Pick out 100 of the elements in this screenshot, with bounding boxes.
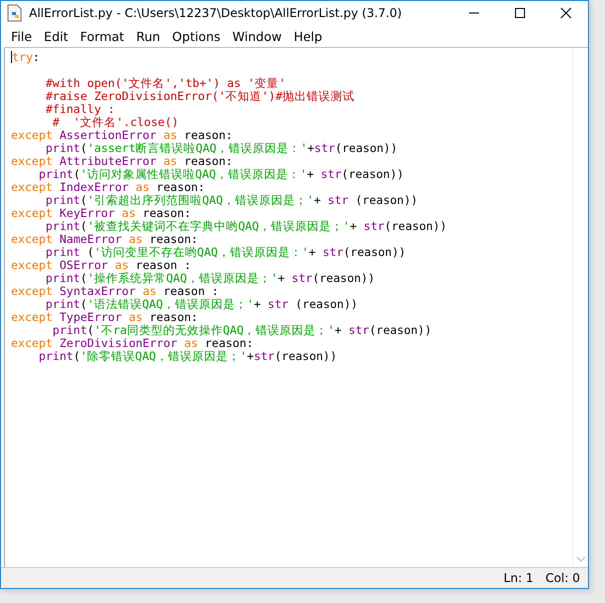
string-text: '被查找关键词不在字典中哟QAQ，错误原因是；' <box>87 219 350 233</box>
builtin-text: print <box>46 219 80 233</box>
code-text: ( <box>86 245 94 259</box>
code-text: ( <box>80 271 88 285</box>
code-text: reason: <box>150 310 198 324</box>
keyword-text: as <box>128 310 144 324</box>
builtin-text: str <box>314 141 336 155</box>
builtin-text: str <box>364 219 384 233</box>
code-text: + <box>306 167 315 181</box>
builtin-text: OSError <box>59 258 109 272</box>
close-icon[interactable] <box>560 7 572 19</box>
code-text: reason : <box>136 258 192 272</box>
maximize-icon[interactable] <box>514 7 526 19</box>
code-text: + <box>334 323 343 337</box>
line-number-status: Ln: 1 <box>504 571 534 585</box>
code-text: (reason)) <box>335 141 398 155</box>
keyword-text: except <box>11 284 53 298</box>
menu-item[interactable]: Edit <box>38 26 74 46</box>
code-text: (reason)) <box>312 271 375 285</box>
builtin-text: print <box>46 193 80 207</box>
code-text: reason: <box>184 154 233 168</box>
builtin-text: IndexError <box>59 180 130 194</box>
keyword-text: except <box>11 128 54 142</box>
code-text: (reason)) <box>369 323 432 337</box>
builtin-text: AttributeError <box>59 154 158 168</box>
builtin-text: NameError <box>59 232 123 246</box>
keyword-text: as <box>184 336 199 350</box>
builtin-text: print <box>52 323 88 337</box>
menu-item[interactable]: File <box>5 26 38 46</box>
menu-item[interactable]: Window <box>226 26 288 46</box>
text-cursor <box>11 51 12 63</box>
code-text: + <box>246 349 254 363</box>
string-text: '操作系统异常QAQ，错误原因是；' <box>87 271 278 285</box>
string-text: '访问对象属性错误啦QAQ，错误原因是：' <box>80 167 307 181</box>
keyword-text: as <box>114 258 130 272</box>
keyword-text: except <box>11 310 53 324</box>
code-text: + <box>314 193 322 207</box>
keyword-text: try <box>12 50 33 64</box>
code-text: ( <box>80 297 88 311</box>
builtin-text: str <box>268 297 288 311</box>
code-text: (reason)) <box>354 193 418 207</box>
builtin-text: str <box>292 271 312 285</box>
string-text: '引索超出序列范围啦QAQ，错误原因是；' <box>87 193 314 207</box>
code-text: reason : <box>163 284 219 298</box>
string-text: '除零错误QAQ，错误原因是；' <box>80 349 247 363</box>
code-text: (reason)) <box>343 245 406 259</box>
keyword-text: except <box>11 206 53 220</box>
builtin-text: print <box>46 297 80 311</box>
keyword-text: except <box>11 258 53 272</box>
keyword-text: except <box>11 154 53 168</box>
code-text: + <box>350 219 358 233</box>
code-text: reason: <box>142 206 192 220</box>
code-text: (reason)) <box>294 297 358 311</box>
code-text: + <box>307 141 314 155</box>
keyword-text: as <box>163 154 178 168</box>
string-text: '语法错误QAQ，错误原因是；' <box>87 297 254 311</box>
builtin-text: ZeroDivisionError <box>59 336 178 350</box>
menu-item[interactable]: Format <box>74 26 130 46</box>
menu-item[interactable]: Run <box>130 26 166 46</box>
builtin-text: str <box>322 245 344 259</box>
code-text: reason: <box>184 128 233 142</box>
keyword-text: as <box>163 128 178 142</box>
code-text: ( <box>80 219 88 233</box>
menu-item[interactable]: Help <box>288 26 328 46</box>
code-text: ( <box>80 193 88 207</box>
comment-text: #finally : <box>44 102 115 116</box>
builtin-text: str <box>254 349 275 363</box>
string-text: '访问变里不存在哟QAQ，错误原因是：' <box>94 245 309 259</box>
code-text: ( <box>73 349 80 363</box>
window-title: AllErrorList.py - C:\Users\12237\Desktop\AllErrorList.py (3.7.0) <box>29 6 402 20</box>
code-text: + <box>308 245 317 259</box>
builtin-text: print <box>46 141 80 155</box>
code-text: ( <box>73 167 80 181</box>
builtin-text: str <box>320 167 342 181</box>
builtin-text: str <box>348 323 370 337</box>
code-text: reason: <box>156 180 205 194</box>
keyword-text: except <box>11 232 53 246</box>
keyword-text: except <box>11 336 54 350</box>
scrollbar[interactable] <box>572 48 588 567</box>
keyword-text: as <box>142 284 158 298</box>
builtin-text: print <box>46 271 80 285</box>
code-text: (reason)) <box>274 349 337 363</box>
code-text: + <box>254 297 262 311</box>
builtin-text: print <box>38 349 74 363</box>
keyword-text: as <box>128 232 144 246</box>
keyword-text: as <box>122 206 137 220</box>
code-text: + <box>278 271 286 285</box>
keyword-text: except <box>11 180 53 194</box>
code-text: ( <box>80 141 88 155</box>
builtin-text: TypeError <box>59 310 123 324</box>
column-status: Col: 0 <box>545 571 580 585</box>
builtin-text: str <box>328 193 348 207</box>
menu-item[interactable]: Options <box>166 26 226 46</box>
builtin-text: KeyError <box>59 206 116 220</box>
code-text: (reason)) <box>342 167 404 181</box>
code-text: reason: <box>204 336 254 350</box>
comment-text: #raise ZeroDivisionError('不知道')#抛出错误测试 <box>44 89 354 103</box>
python-file-icon <box>7 4 23 22</box>
code-text: reason: <box>150 232 198 246</box>
string-text: '不ra同类型的无效操作QAQ，错误原因是；' <box>94 323 335 337</box>
